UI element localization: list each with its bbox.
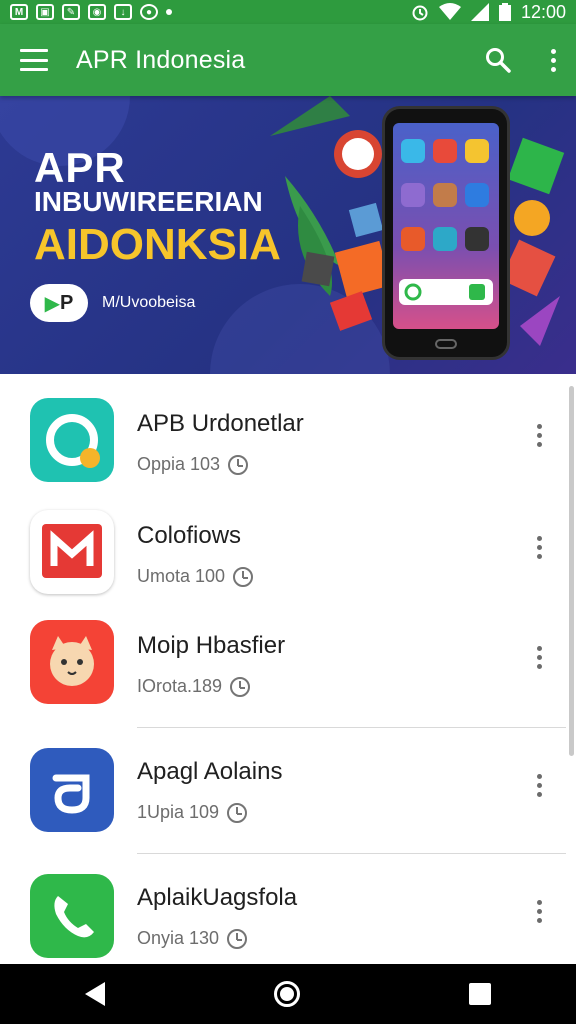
system-nav-bar [0, 964, 576, 1024]
edit-icon: ✎ [62, 4, 80, 20]
recents-icon[interactable] [469, 983, 492, 1005]
phone-app-grid [399, 139, 493, 305]
image-icon: ▣ [36, 4, 54, 20]
menu-icon[interactable] [20, 49, 48, 71]
app-meta-text: Oppia 103 [137, 454, 221, 474]
more-notifications-dot [166, 9, 172, 15]
system-status: 12:00 [411, 2, 566, 23]
promo-banner[interactable]: APR INBUWIREERIAN AIDONKSIA ▶ P M/Uvoobei… [0, 96, 576, 374]
list-item[interactable]: AplaikUagsfola Onyia 130 [0, 852, 570, 964]
cat-app-icon [30, 620, 114, 704]
home-icon[interactable] [273, 981, 300, 1007]
status-bar: M ▣ ✎ ◉ ↓ ● 12:00 [0, 0, 576, 24]
camera-icon: ◉ [88, 4, 106, 20]
app-name: Colofiows [137, 522, 242, 549]
app-name: Moip Hbasfier [137, 632, 286, 659]
app-name: Apagl Aolains [137, 758, 283, 785]
app-meta: IOrota.189 [137, 676, 251, 697]
signal-icon [470, 3, 489, 21]
list-item[interactable]: Apagl Aolains 1Upia 109 [0, 726, 570, 846]
phone-app-icon [30, 874, 114, 958]
app-meta-text: IOrota.189 [137, 676, 223, 696]
phone-screen [393, 123, 499, 329]
app-meta-text: 1Upia 109 [137, 802, 220, 822]
list-item[interactable]: Colofiows Umota 100 [0, 486, 570, 606]
clock-icon [230, 676, 251, 697]
clock-time: 12:00 [520, 1, 566, 22]
download-icon: ↓ [114, 4, 132, 20]
app-bar-actions [485, 47, 556, 73]
clock-icon [228, 454, 249, 475]
wifi-icon [438, 3, 461, 20]
app-meta: 1Upia 109 [137, 802, 248, 823]
brand-text: M/Uvoobeisa [102, 294, 196, 311]
app-meta: Onyia 130 [137, 928, 248, 949]
app-title: APR Indonesia [76, 45, 246, 74]
app-meta-text: Onyia 130 [137, 928, 220, 948]
red-mail-app-icon [30, 510, 114, 594]
app-name: AplaikUagsfola [137, 884, 298, 911]
more-vert-icon[interactable] [551, 48, 556, 72]
item-more-icon[interactable] [537, 774, 542, 797]
blue-app-icon [30, 748, 114, 832]
search-icon[interactable] [485, 47, 511, 73]
back-icon[interactable] [84, 982, 105, 1006]
gmail-icon: M [10, 4, 28, 20]
clock-icon [227, 928, 248, 949]
app-meta: Umota 100 [137, 566, 254, 587]
list-item[interactable]: Moip Hbasfier IOrota.189 [0, 596, 570, 716]
battery-icon [498, 3, 511, 21]
app-meta-text: Umota 100 [137, 566, 226, 586]
clock-icon [233, 566, 254, 587]
record-icon: ● [140, 4, 158, 20]
item-more-icon[interactable] [537, 646, 542, 669]
phone-illustration [382, 106, 510, 360]
clock-icon [227, 802, 248, 823]
app-bar: APR Indonesia [0, 24, 576, 96]
phone-home-button [435, 339, 457, 349]
list-item[interactable]: APB Urdonetlar Oppia 103 [0, 374, 570, 494]
notification-icons: M ▣ ✎ ◉ ↓ ● [10, 4, 172, 20]
item-more-icon[interactable] [537, 536, 542, 559]
app-meta: Oppia 103 [137, 454, 249, 475]
banner-subtitle: INBUWIREERIAN [34, 186, 263, 217]
app-list: APB Urdonetlar Oppia 103 Colofiows Umota… [0, 374, 576, 964]
banner-accent-text: AIDONKSIA [34, 220, 281, 269]
banner-brand: ▶ P M/Uvoobeisa [30, 284, 195, 322]
alarm-icon [412, 5, 428, 21]
brand-logo: ▶ P [30, 284, 88, 322]
banner-title: APR [34, 144, 126, 191]
teal-search-app-icon [30, 398, 114, 482]
item-more-icon[interactable] [537, 424, 542, 447]
item-more-icon[interactable] [537, 900, 542, 923]
app-name: APB Urdonetlar [137, 410, 304, 437]
